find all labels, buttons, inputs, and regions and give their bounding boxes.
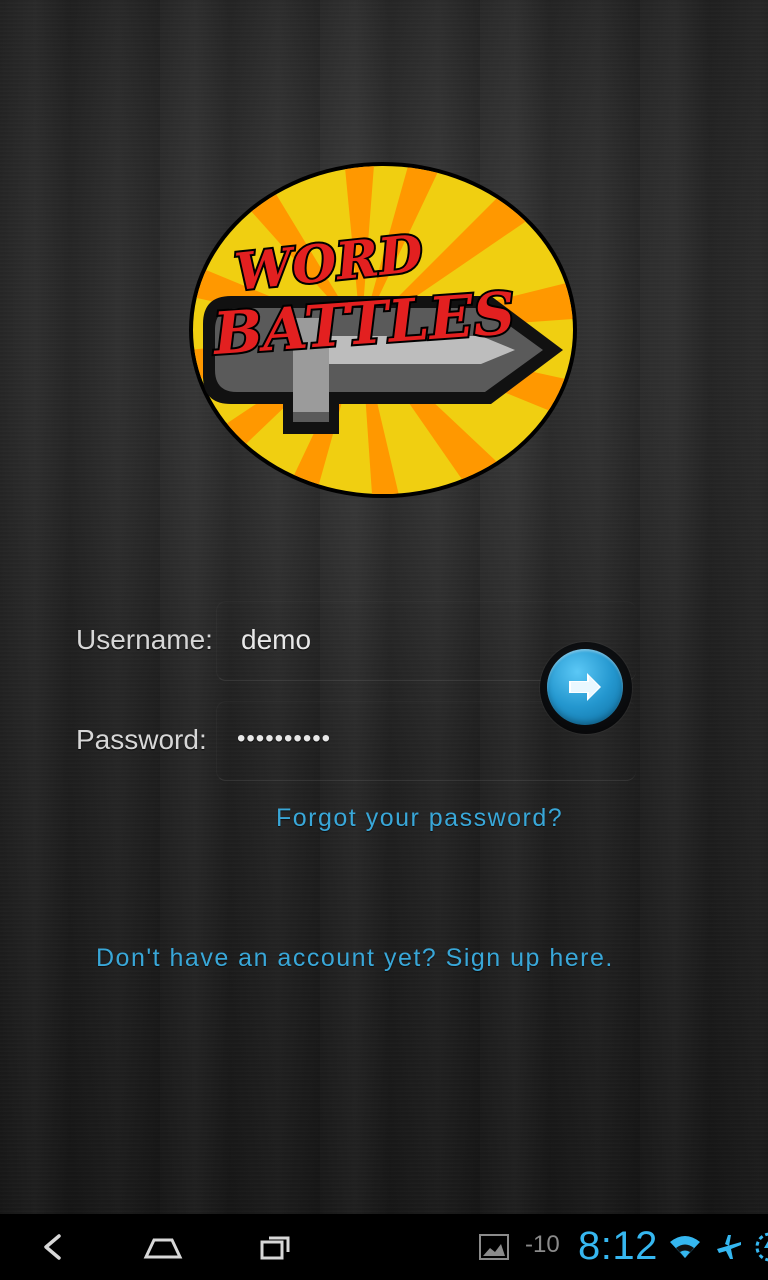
status-area: -10 8:12	[408, 1214, 768, 1280]
clock-time: 8:12	[578, 1224, 658, 1268]
login-submit-button[interactable]	[540, 642, 632, 734]
recent-apps-icon[interactable]	[254, 1230, 296, 1264]
wifi-icon	[670, 1236, 700, 1258]
gallery-icon	[479, 1234, 509, 1260]
back-icon[interactable]	[34, 1230, 76, 1264]
battery-charging-icon	[755, 1232, 768, 1262]
system-navigation-bar: -10 8:12	[0, 1214, 768, 1280]
home-icon[interactable]	[142, 1230, 184, 1264]
signup-link[interactable]: Don't have an account yet? Sign up here.	[96, 946, 614, 971]
airplane-icon	[717, 1235, 741, 1259]
login-submit-button-face[interactable]	[547, 649, 623, 725]
forgot-password-link[interactable]: Forgot your password?	[276, 806, 563, 831]
password-label: Password:	[76, 724, 207, 755]
username-value: demo	[241, 624, 312, 655]
login-form: Username: demo Password: •••••••••• Forg…	[0, 0, 768, 1280]
password-value: ••••••••••	[237, 725, 332, 752]
username-label: Username:	[76, 624, 213, 655]
temperature-value: -10	[525, 1231, 560, 1258]
login-screen: WORD BATTLES Username: demo Password: ••…	[0, 0, 768, 1280]
arrow-right-icon	[569, 673, 601, 701]
